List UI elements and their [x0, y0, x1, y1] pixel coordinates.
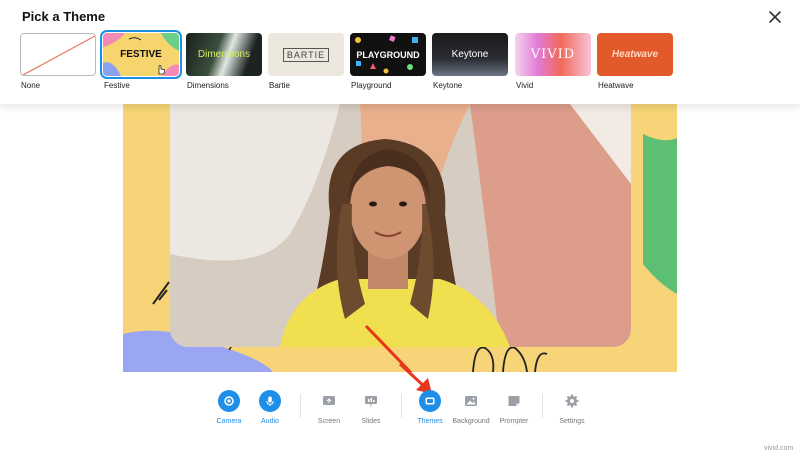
audio-label: Audio: [261, 418, 279, 425]
theme-none-thumbnail: [20, 33, 96, 76]
theme-bartie-label: Bartie: [269, 81, 290, 90]
toolbar-divider: [542, 394, 543, 418]
theme-heatwave-thumbnail: Heatwave: [597, 33, 673, 76]
theme-list: None FESTIVE Festive Dimensions Dimensio…: [20, 30, 780, 95]
theme-dimensions-label: Dimensions: [187, 81, 229, 90]
theme-playground[interactable]: PLAYGROUND Playground: [350, 33, 426, 95]
theme-none[interactable]: None: [20, 33, 96, 95]
theme-bartie-thumb-text: BARTIE: [282, 47, 330, 62]
image-icon: [465, 396, 477, 406]
theme-festive-thumb-text: FESTIVE: [120, 49, 162, 60]
theme-playground-thumbnail: PLAYGROUND: [350, 33, 426, 76]
settings-button[interactable]: Settings: [547, 388, 597, 433]
settings-label: Settings: [559, 418, 585, 425]
theme-heatwave-label: Heatwave: [598, 81, 634, 90]
gear-icon: [565, 394, 579, 408]
close-icon: [769, 11, 781, 23]
bottom-toolbar: Camera Audio Screen Slides Themes Backgr…: [200, 388, 600, 433]
theme-keytone-thumbnail: Keytone: [432, 33, 508, 76]
theme-none-label: None: [21, 81, 41, 90]
close-button[interactable]: [766, 8, 784, 26]
prompter-label: Prompter: [499, 418, 529, 425]
theme-vivid-thumb-text: VIVID: [530, 47, 576, 62]
theme-keytone-label: Keytone: [433, 81, 463, 90]
theme-vivid[interactable]: VIVID Vivid: [515, 33, 591, 95]
theme-dimensions-thumbnail: Dimensions: [186, 33, 262, 76]
annotation-arrow-icon: [364, 324, 413, 372]
panel-title: Pick a Theme: [22, 9, 106, 24]
theme-dimensions-thumb-text: Dimensions: [197, 49, 251, 60]
slides-icon: [365, 396, 377, 407]
screen-share-icon: [323, 396, 335, 405]
watermark: vivid.com: [764, 445, 794, 452]
theme-picker-panel: Pick a Theme None FESTIVE Festive Dimens…: [0, 0, 800, 104]
toolbar-divider: [401, 394, 402, 418]
prompter-icon: [508, 396, 520, 406]
theme-playground-thumb-text: PLAYGROUND: [356, 49, 420, 60]
theme-bartie-thumbnail: BARTIE: [268, 33, 344, 76]
camera-icon: [224, 396, 234, 406]
prompter-button[interactable]: Prompter: [489, 388, 539, 433]
theme-festive[interactable]: FESTIVE Festive: [100, 30, 182, 95]
theme-heatwave[interactable]: Heatwave Heatwave: [597, 33, 673, 95]
stage-preview: [123, 104, 677, 372]
theme-playground-label: Playground: [351, 81, 392, 90]
microphone-icon: [266, 396, 274, 406]
theme-dimensions[interactable]: Dimensions Dimensions: [186, 33, 262, 95]
theme-keytone-thumb-text: Keytone: [451, 49, 489, 60]
theme-keytone[interactable]: Keytone Keytone: [432, 33, 508, 95]
toolbar-divider: [300, 394, 301, 418]
audio-button[interactable]: Audio: [245, 388, 295, 433]
theme-bartie[interactable]: BARTIE Bartie: [268, 33, 344, 95]
theme-vivid-thumbnail: VIVID: [515, 33, 591, 76]
theme-heatwave-thumb-text: Heatwave: [611, 49, 659, 60]
none-slash-icon: [22, 35, 95, 75]
theme-vivid-label: Vivid: [516, 81, 534, 90]
theme-festive-thumbnail: FESTIVE: [100, 30, 182, 79]
hand-cursor-icon: [158, 65, 166, 75]
slides-label: Slides: [361, 418, 381, 425]
theme-festive-label: Festive: [104, 81, 130, 90]
slides-button[interactable]: Slides: [346, 388, 396, 433]
themes-icon: [425, 397, 435, 405]
